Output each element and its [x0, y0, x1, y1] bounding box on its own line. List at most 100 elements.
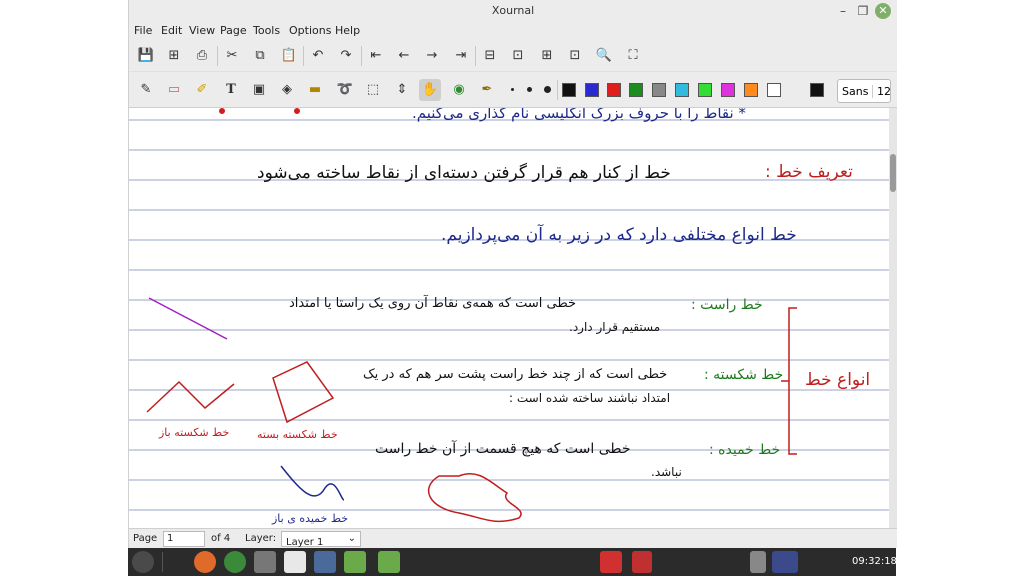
print-icon[interactable]: ⎙ — [191, 45, 213, 67]
menu-options[interactable]: Options — [289, 24, 331, 37]
color-magenta[interactable] — [721, 83, 735, 97]
window-title: Xournal — [491, 4, 535, 17]
note-line-1: * نقاط را با حروف بزرگ انگلیسی نام گذاری… — [412, 108, 746, 122]
image-tool-icon[interactable]: ▣ — [248, 79, 270, 101]
color-black[interactable] — [562, 83, 576, 97]
layer-select[interactable]: Layer 1 ⌄ — [281, 531, 361, 548]
broken-line-text: خطی است که از چند خط راست پشت سر هم که د… — [363, 367, 668, 382]
red-dot — [219, 108, 225, 114]
bluetooth-icon[interactable] — [662, 551, 676, 573]
folder-icon[interactable] — [378, 551, 400, 573]
curved-line-label: خط خمیده : — [709, 442, 781, 458]
cut-icon[interactable]: ✂ — [221, 45, 243, 67]
menu-view[interactable]: View — [189, 24, 215, 37]
color-blue[interactable] — [585, 83, 599, 97]
shape-recognizer-icon[interactable]: ◈ — [276, 79, 298, 101]
network-icon[interactable] — [706, 551, 722, 573]
vertical-scrollbar[interactable] — [889, 108, 897, 528]
camera-icon[interactable] — [254, 551, 276, 573]
color-light-green[interactable] — [698, 83, 712, 97]
hand-tool-icon[interactable]: ✋ — [419, 79, 441, 101]
anydesk-icon[interactable] — [600, 551, 622, 573]
menu-edit[interactable]: Edit — [161, 24, 182, 37]
save-icon[interactable]: 💾 — [135, 45, 157, 67]
keyboard-flag-icon[interactable] — [772, 551, 798, 573]
lasso-select-icon[interactable]: ➰ — [334, 79, 356, 101]
color-light-blue[interactable] — [675, 83, 689, 97]
search-icon[interactable]: 🔍 — [593, 45, 615, 67]
maximize-button[interactable]: ❐ — [855, 3, 871, 19]
paste-icon[interactable]: 📋 — [278, 45, 300, 67]
ruler-icon[interactable]: ▬ — [304, 79, 326, 101]
battery-icon[interactable] — [828, 551, 844, 573]
xournal-task-icon[interactable] — [284, 551, 306, 573]
scroll-thumb[interactable] — [890, 154, 896, 192]
open-curved-line-drawing — [280, 465, 345, 501]
xournal-window: Xournal – ❐ ✕ File Edit View Page Tools … — [128, 0, 897, 548]
printer-icon[interactable] — [750, 551, 766, 573]
volume-icon[interactable] — [806, 551, 822, 573]
transfer-icon[interactable] — [728, 551, 744, 573]
note-page[interactable]: * نقاط را با حروف بزرگ انگلیسی نام گذاری… — [129, 108, 889, 528]
clock: 09:32:18 — [852, 556, 897, 567]
title-bar: Xournal – ❐ ✕ — [129, 0, 897, 22]
first-page-icon[interactable]: ⇤ — [365, 45, 387, 67]
page-width-icon[interactable]: ⊡ — [564, 45, 586, 67]
copy-icon[interactable]: ⧉ — [249, 45, 271, 67]
straight-line-text-2: مستقیم قرار دارد. — [569, 320, 661, 334]
undo-icon[interactable]: ↶ — [307, 45, 329, 67]
medium-size-icon[interactable] — [527, 87, 532, 92]
straight-line-drawing — [148, 297, 228, 340]
color-gray[interactable] — [652, 83, 666, 97]
pen-icon[interactable]: ✎ — [135, 79, 157, 101]
color-green[interactable] — [629, 83, 643, 97]
highlighter-icon[interactable]: ✐ — [191, 79, 213, 101]
open-broken-caption: خط شکسته باز — [159, 426, 230, 439]
color-current[interactable] — [810, 83, 824, 97]
page-number-input[interactable]: 1 — [163, 531, 205, 547]
shield-icon[interactable] — [684, 551, 698, 573]
status-bar: Page 1 of 4 Layer: Layer 1 ⌄ — [129, 528, 897, 548]
last-page-icon[interactable]: ⇥ — [450, 45, 472, 67]
zoom-in-icon[interactable]: ⊞ — [536, 45, 558, 67]
color-red[interactable] — [607, 83, 621, 97]
firefox-icon[interactable] — [194, 551, 216, 573]
zoom-normal-icon[interactable]: ⊡ — [507, 45, 529, 67]
default-pen-icon[interactable]: ✒ — [476, 79, 498, 101]
vertical-space-icon[interactable]: ⇕ — [391, 79, 413, 101]
menu-help[interactable]: Help — [335, 24, 360, 37]
open-curved-caption: خط خمیده ی باز — [272, 512, 349, 525]
chrome-icon[interactable] — [224, 551, 246, 573]
thick-size-icon[interactable] — [544, 86, 551, 93]
color-orange[interactable] — [744, 83, 758, 97]
types-intro: خط انواع مختلفی دارد که در زیر به آن می‌… — [441, 225, 797, 245]
page-label: Page — [133, 533, 158, 544]
eraser-icon[interactable]: ▭ — [163, 79, 185, 101]
new-page-icon[interactable]: ⊞ — [163, 45, 185, 67]
text-tool-icon[interactable]: T — [220, 79, 242, 101]
tools-toolbar: ✎ ▭ ✐ T ▣ ◈ ▬ ➰ ⬚ ⇕ ✋ ◉ ✒ — [129, 72, 897, 108]
menu-file[interactable]: File — [134, 24, 152, 37]
menu-icon[interactable] — [132, 551, 154, 573]
folder-icon[interactable] — [344, 551, 366, 573]
close-button[interactable]: ✕ — [875, 3, 891, 19]
color-white[interactable] — [767, 83, 781, 97]
menu-tools[interactable]: Tools — [253, 24, 280, 37]
thin-size-icon[interactable] — [511, 88, 514, 91]
minimize-button[interactable]: – — [835, 3, 851, 19]
zoom-out-icon[interactable]: ⊟ — [479, 45, 501, 67]
redo-icon[interactable]: ↷ — [335, 45, 357, 67]
font-selector[interactable]: Sans 12 — [837, 79, 891, 103]
default-tool-icon[interactable]: ◉ — [448, 79, 470, 101]
fullscreen-icon[interactable]: ⛶ — [622, 45, 644, 67]
left-margin — [0, 0, 128, 548]
recorder-icon[interactable] — [632, 551, 652, 573]
definition-label: تعریف خط : — [765, 162, 853, 182]
screenshot-icon[interactable] — [314, 551, 336, 573]
next-page-icon[interactable]: → — [421, 45, 443, 67]
broken-line-label: خط شکسته : — [704, 367, 784, 383]
prev-page-icon[interactable]: ← — [393, 45, 415, 67]
definition-text: خط از کنار هم قرار گرفتن دسته‌ای از نقاط… — [257, 163, 671, 183]
menu-page[interactable]: Page — [220, 24, 247, 37]
rect-select-icon[interactable]: ⬚ — [362, 79, 384, 101]
